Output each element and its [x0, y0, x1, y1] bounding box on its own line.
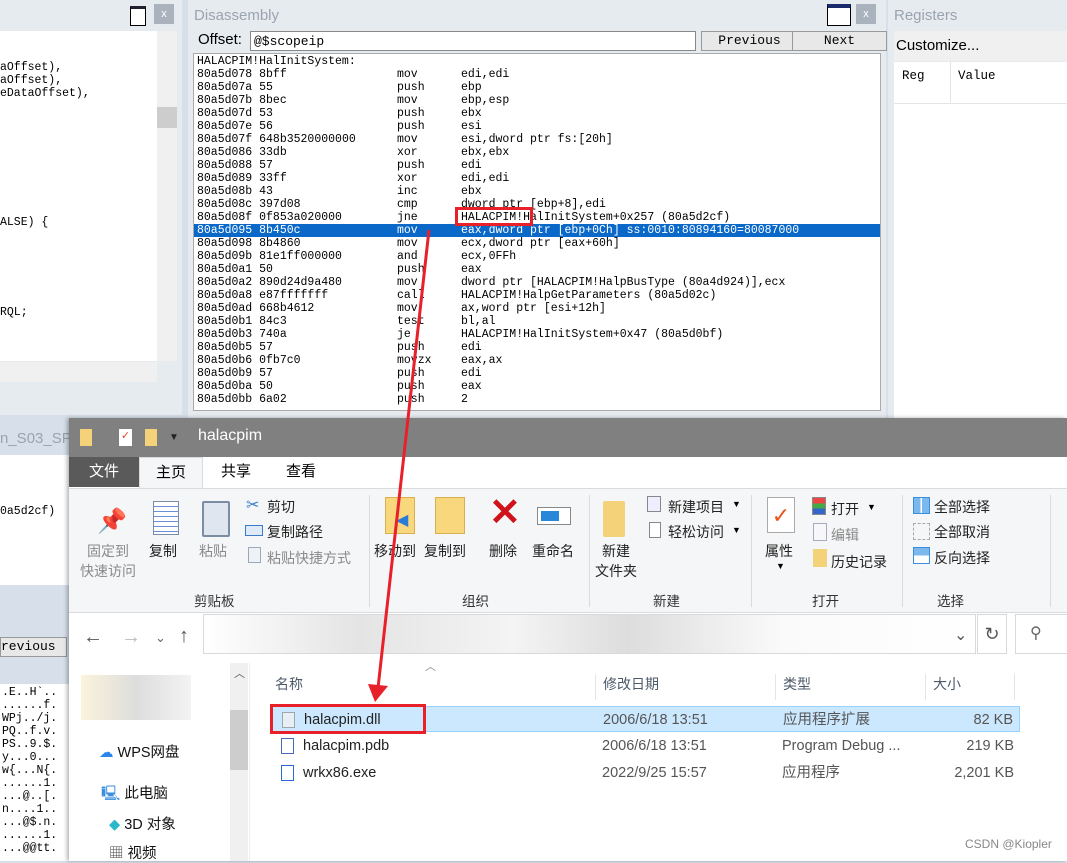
- annotation-arrow: [368, 229, 431, 702]
